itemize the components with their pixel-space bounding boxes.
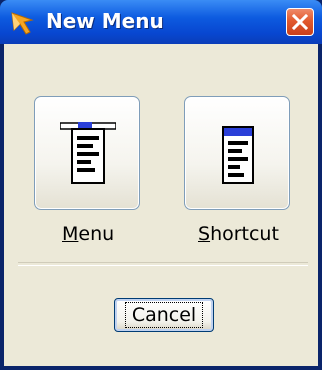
- shortcut-mnemonic: S: [198, 223, 211, 245]
- title-bar[interactable]: New Menu: [0, 0, 322, 44]
- separator: [18, 262, 308, 266]
- menu-option-label: Menu: [62, 222, 114, 246]
- dropdown-menu-icon: [60, 122, 116, 184]
- shortcut-option-label: Shortcut: [198, 222, 279, 246]
- menu-label-rest: enu: [78, 223, 115, 245]
- shortcut-label-rest: hortcut: [210, 223, 279, 245]
- cancel-button-label: Cancel: [124, 302, 204, 328]
- menu-mnemonic: M: [62, 223, 79, 245]
- menu-option-button[interactable]: [34, 96, 140, 210]
- new-menu-dialog: New Menu Menu Shortcut Cancel: [0, 0, 322, 370]
- shortcut-option-button[interactable]: [184, 96, 290, 210]
- close-x-icon: [292, 14, 308, 30]
- close-button[interactable]: [286, 8, 314, 36]
- cancel-button[interactable]: Cancel: [114, 298, 214, 332]
- window-title: New Menu: [46, 9, 164, 33]
- shortcut-menu-icon: [222, 126, 254, 184]
- arrow-cursor-icon: [11, 12, 34, 35]
- dialog-body: Menu Shortcut Cancel: [4, 44, 318, 366]
